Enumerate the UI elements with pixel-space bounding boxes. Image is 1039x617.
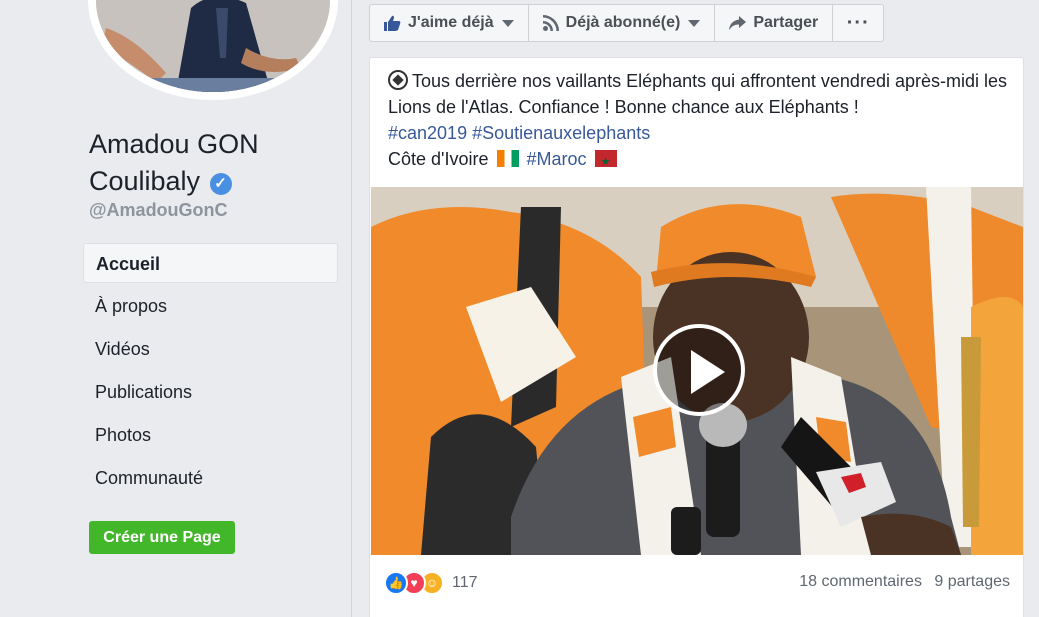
page-name-line2: Coulibaly [89, 166, 201, 196]
hashtag-can2019[interactable]: #can2019 [388, 123, 467, 143]
reactions-summary[interactable]: 👍 ♥ ☺ 117 [384, 571, 478, 595]
nav-item-publications[interactable]: Publications [83, 372, 338, 412]
more-options-button[interactable]: ··· [833, 5, 883, 41]
page-nav: Accueil À propos Vidéos Publications Pho… [83, 243, 338, 501]
follow-page-button[interactable]: Déjà abonné(e) [529, 5, 716, 41]
page-name[interactable]: Amadou GON Coulibaly ✓ [89, 126, 259, 200]
follow-page-label: Déjà abonné(e) [565, 14, 681, 31]
hashtag-maroc[interactable]: #Maroc [527, 149, 587, 169]
shares-count-link[interactable]: 9 partages [934, 573, 1010, 590]
post-card: Tous derrière nos vaillants Eléphants qu… [369, 57, 1024, 617]
profile-photo-image [96, 0, 330, 92]
page-name-line1: Amadou GON [89, 129, 259, 159]
profile-picture[interactable] [96, 0, 330, 92]
hashtag-soutienauxelephants[interactable]: #Soutienauxelephants [472, 123, 650, 143]
create-page-button[interactable]: Créer une Page [89, 521, 235, 554]
share-page-label: Partager [753, 14, 819, 31]
post-video[interactable] [371, 187, 1023, 555]
share-arrow-icon [729, 16, 747, 30]
nav-item-videos[interactable]: Vidéos [83, 329, 338, 369]
post-stats: 👍 ♥ ☺ 117 18 commentaires 9 partages [384, 569, 1010, 599]
verified-badge-icon: ✓ [209, 173, 232, 195]
comments-count-link[interactable]: 18 commentaires [799, 573, 922, 590]
nav-item-communaute[interactable]: Communauté [83, 458, 338, 498]
morocco-flag-icon [594, 149, 617, 175]
engagement-counts: 18 commentaires 9 partages [791, 573, 1010, 591]
thumbs-up-icon [384, 15, 401, 31]
nav-item-a-propos[interactable]: À propos [83, 286, 338, 326]
page-action-bar: J'aime déjà Déjà abonné(e) Partager ··· [369, 4, 885, 42]
country-label: Côte d'Ivoire [388, 149, 489, 169]
like-page-label: J'aime déjà [408, 14, 494, 31]
post-text-main: Tous derrière nos vaillants Eléphants qu… [388, 71, 1007, 117]
like-reaction-icon: 👍 [384, 571, 408, 595]
share-page-button[interactable]: Partager [715, 5, 834, 41]
ivory-coast-flag-icon [496, 150, 519, 167]
more-dots-icon: ··· [846, 11, 870, 34]
nav-item-photos[interactable]: Photos [83, 415, 338, 455]
rss-follow-icon [542, 15, 559, 31]
reaction-count: 117 [452, 574, 478, 591]
post-message: Tous derrière nos vaillants Eléphants qu… [388, 68, 1008, 175]
soccer-ball-icon [388, 70, 408, 90]
chevron-down-icon [688, 19, 701, 27]
nav-item-accueil[interactable]: Accueil [83, 243, 338, 283]
play-button[interactable] [653, 324, 745, 416]
like-page-button[interactable]: J'aime déjà [370, 5, 529, 41]
chevron-down-icon [501, 19, 514, 27]
page-handle[interactable]: @AmadouGonC [89, 200, 228, 221]
profile-picture-frame[interactable] [88, 0, 338, 100]
left-sidebar: Amadou GON Coulibaly ✓ @AmadouGonC Accue… [0, 0, 352, 617]
